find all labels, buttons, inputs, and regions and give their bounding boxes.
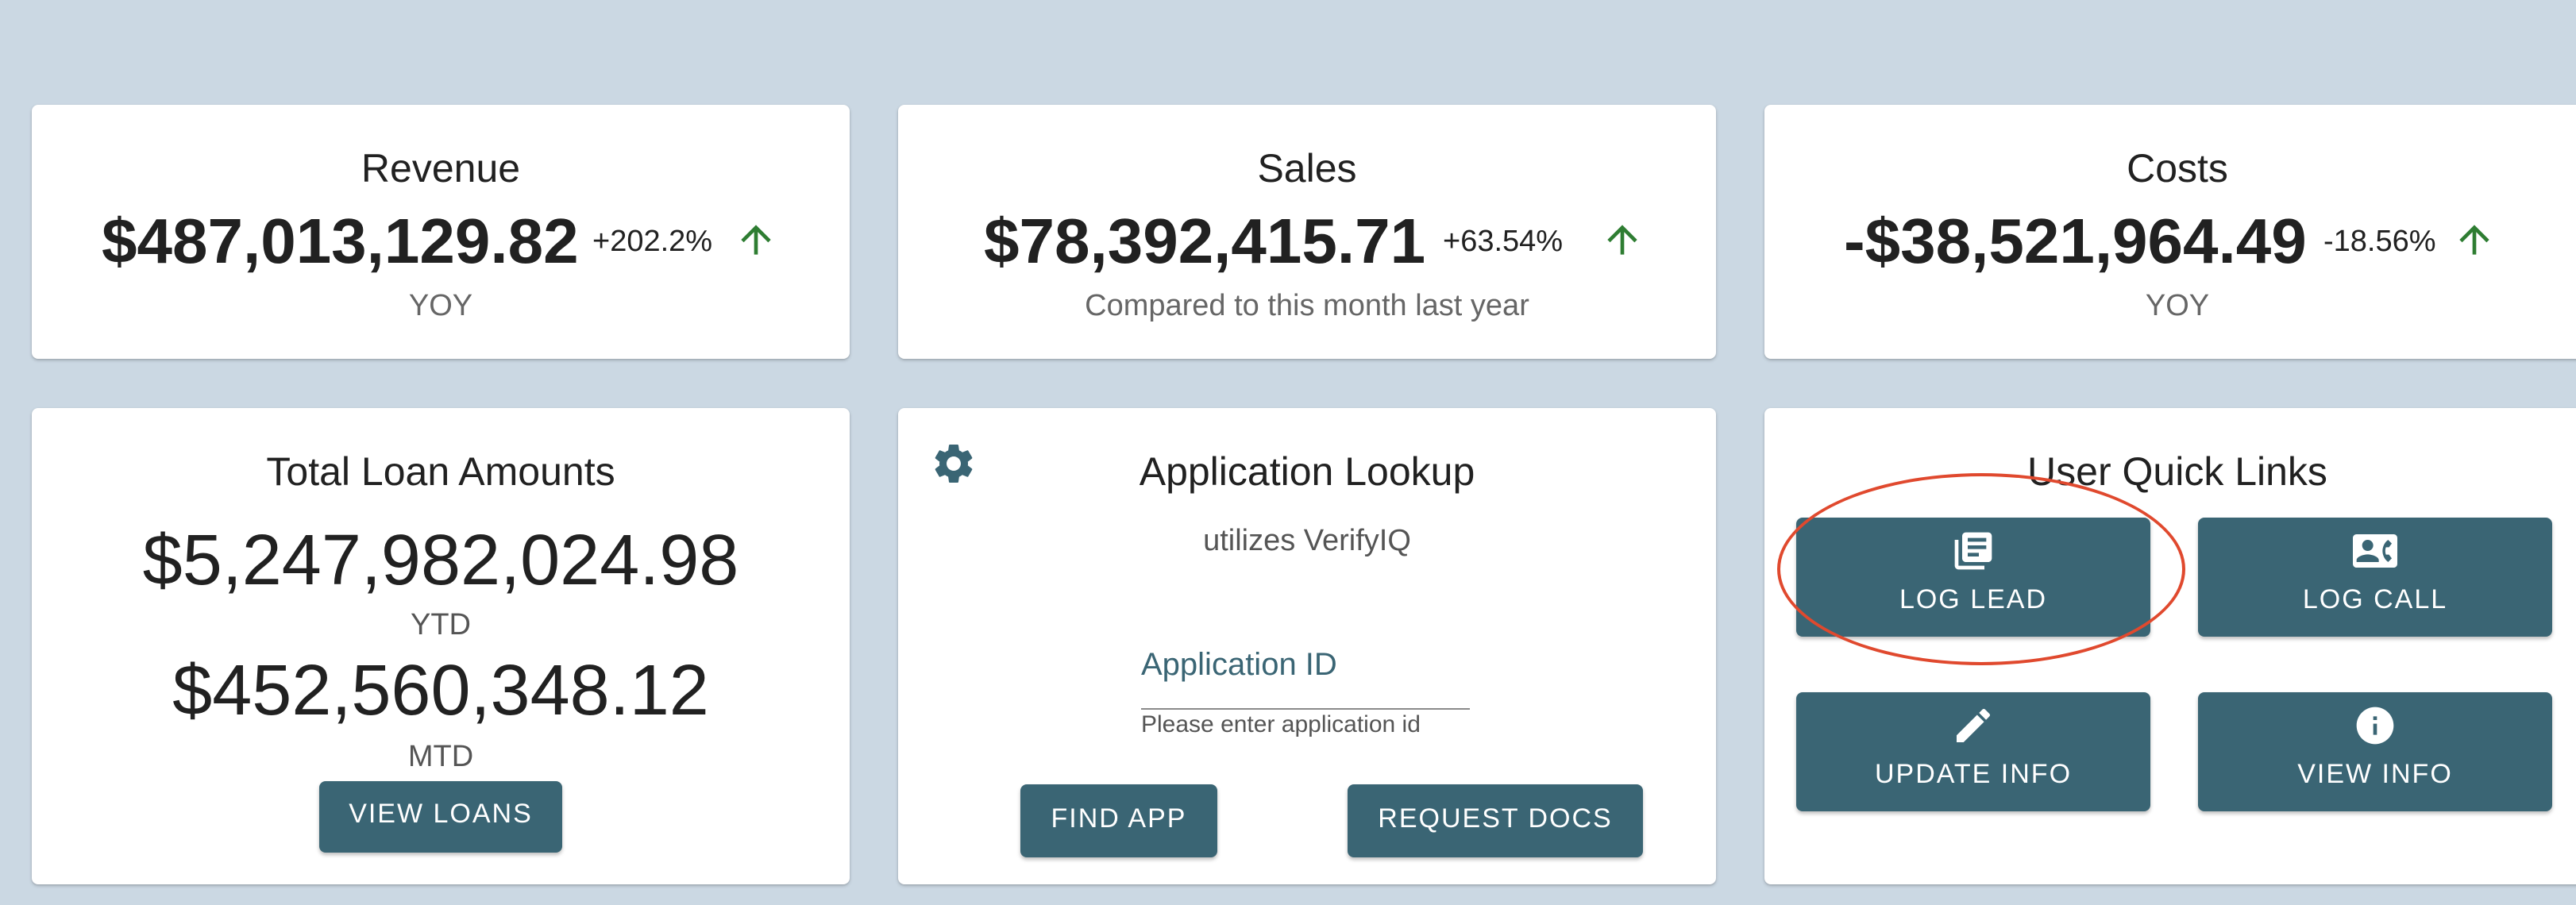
loans-mtd-value: $452,560,348.12 (172, 651, 709, 730)
costs-caption: YOY (2145, 289, 2210, 322)
find-app-label: FIND APP (1051, 803, 1187, 834)
loans-mtd-label: MTD (407, 740, 474, 773)
sales-title: Sales (1257, 146, 1357, 191)
log-call-button[interactable]: LOG CALL (2198, 518, 2552, 637)
lookup-card: Application Lookup utilizes VerifyIQ App… (898, 408, 1716, 884)
costs-change: -18.56% (2323, 225, 2436, 258)
view-loans-label: VIEW LOANS (349, 799, 533, 829)
sales-change: +63.54% (1443, 225, 1564, 258)
revenue-card: Revenue $487,013,129.82 +202.2% YOY (32, 105, 850, 359)
request-docs-label: REQUEST DOCS (1378, 803, 1613, 834)
loans-title: Total Loan Amounts (266, 449, 615, 494)
arrow-up-icon (741, 225, 771, 255)
loans-ytd-label: YTD (411, 608, 471, 641)
sales-caption: Compared to this month last year (1085, 289, 1529, 322)
application-id-input[interactable] (1141, 630, 1470, 710)
revenue-change: +202.2% (592, 225, 713, 258)
view-loans-button[interactable]: VIEW LOANS (319, 781, 562, 853)
costs-title: Costs (2127, 146, 2228, 191)
revenue-title: Revenue (361, 146, 521, 191)
quick-links-card: User Quick Links LOG LEAD LOG CALL UPDAT… (1764, 408, 2576, 884)
pencil-icon (1957, 708, 1991, 742)
arrow-up-icon (2459, 225, 2489, 255)
lookup-title: Application Lookup (1139, 449, 1475, 494)
update-info-button[interactable]: UPDATE INFO (1796, 692, 2150, 811)
revenue-caption: YOY (408, 289, 473, 322)
view-info-button[interactable]: VIEW INFO (2198, 692, 2552, 811)
find-app-button[interactable]: FIND APP (1020, 784, 1217, 857)
costs-value: -$38,521,964.49 (1844, 206, 2307, 276)
quick-links-title: User Quick Links (2027, 449, 2327, 494)
lookup-subtitle: utilizes VerifyIQ (1203, 524, 1411, 557)
info-icon (2356, 707, 2394, 745)
log-lead-label: LOG LEAD (1899, 584, 2048, 614)
request-docs-button[interactable]: REQUEST DOCS (1348, 784, 1643, 857)
log-lead-button[interactable]: LOG LEAD (1796, 518, 2150, 637)
sales-card: Sales $78,392,415.71 +63.54% Compared to… (898, 105, 1716, 359)
update-info-label: UPDATE INFO (1874, 759, 2073, 789)
costs-card: Costs -$38,521,964.49 -18.56% YOY (1764, 105, 2576, 359)
contact-phone-icon (2353, 534, 2397, 568)
sales-value: $78,392,415.71 (984, 206, 1426, 276)
arrow-up-icon (1607, 225, 1637, 255)
application-id-helper: Please enter application id (1141, 711, 1421, 737)
view-info-label: VIEW INFO (2297, 759, 2453, 789)
revenue-value: $487,013,129.82 (102, 206, 579, 276)
log-call-label: LOG CALL (2302, 584, 2448, 614)
newspaper-icon (1954, 532, 1992, 570)
loans-ytd-value: $5,247,982,024.98 (142, 521, 739, 600)
loans-card: Total Loan Amounts $5,247,982,024.98 YTD… (32, 408, 850, 884)
